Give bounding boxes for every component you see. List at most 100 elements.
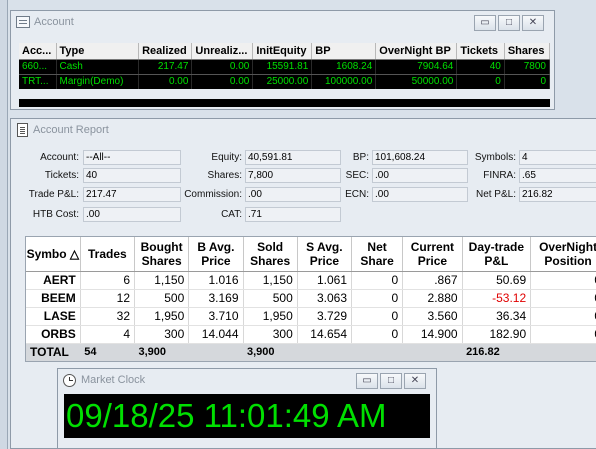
symbols-label: Symbols: xyxy=(474,152,516,163)
desktop-left-strip xyxy=(0,0,8,449)
cell-b-avg: 1.016 xyxy=(188,271,244,290)
col-header-current-price[interactable]: Current Price xyxy=(402,237,463,272)
col-header-sold-shares[interactable]: Sold Shares xyxy=(243,237,298,272)
close-button[interactable]: ✕ xyxy=(522,15,544,31)
total-empty xyxy=(297,343,352,361)
cell-overnight-position: 0 xyxy=(530,289,596,308)
cell-net-share: 0 xyxy=(351,271,404,290)
col-header-symbol[interactable]: Symbo △ xyxy=(26,237,81,272)
col-header-overnight-bp[interactable]: OverNight BP xyxy=(375,43,458,60)
bp-label: BP: xyxy=(352,152,369,163)
col-header-s-avg-price[interactable]: S Avg. Price xyxy=(297,237,353,272)
sec-value: .00 xyxy=(372,168,468,183)
cell-trades: 6 xyxy=(80,271,136,290)
cell-sold: 500 xyxy=(243,289,298,308)
cell-daytrade-pl: 182.90 xyxy=(462,325,532,344)
cell-account: TRT... xyxy=(19,74,57,89)
maximize-button[interactable]: □ xyxy=(380,373,402,389)
col-header-initequity[interactable]: InitEquity xyxy=(252,43,313,60)
cell-current-price: 2.880 xyxy=(402,289,463,308)
col-header-shares[interactable]: Shares xyxy=(504,43,551,60)
finra-value: .65 xyxy=(519,168,596,183)
account-label: Account: xyxy=(40,152,79,163)
cell-daytrade-pl: 50.69 xyxy=(462,271,532,290)
document-icon xyxy=(17,123,28,137)
table-row[interactable]: ORBS 4 300 14.044 300 14.654 0 14.900 18… xyxy=(26,325,596,344)
account-row[interactable]: 660... Cash 217.47 0.00 15591.81 1608.24… xyxy=(19,58,551,75)
col-header-overnight-position[interactable]: OverNight Position xyxy=(530,237,596,272)
cell-bought: 500 xyxy=(134,289,190,308)
equity-value: 40,591.81 xyxy=(245,150,341,165)
cell-symbol: AERT xyxy=(26,271,81,290)
cell-unrealized: 0.00 xyxy=(191,58,254,75)
ecn-value: .00 xyxy=(372,187,468,202)
col-header-trades[interactable]: Trades xyxy=(80,237,136,272)
table-row[interactable]: BEEM 12 500 3.169 500 3.063 0 2.880 -53.… xyxy=(26,289,596,308)
shares-label: Shares: xyxy=(207,170,242,181)
total-row: TOTAL 54 3,900 3,900 216.82 xyxy=(26,343,596,361)
table-row[interactable]: LASE 32 1,950 3.710 1,950 3.729 0 3.560 … xyxy=(26,307,596,326)
cell-account: 660... xyxy=(19,58,57,75)
total-trades: 54 xyxy=(80,343,135,361)
cell-shares: 7800 xyxy=(504,58,551,75)
col-header-account[interactable]: Acc... xyxy=(19,43,57,60)
total-empty xyxy=(402,343,463,361)
cell-symbol: BEEM xyxy=(26,289,81,308)
cell-overnight-position: 0 xyxy=(530,271,596,290)
cell-overnight-bp: 7904.64 xyxy=(375,58,458,75)
account-select[interactable]: --All-- xyxy=(83,150,181,165)
total-label: TOTAL xyxy=(26,343,81,361)
cell-shares: 0 xyxy=(504,74,551,89)
ecn-label: ECN: xyxy=(345,189,369,200)
cell-current-price: 14.900 xyxy=(402,325,463,344)
cell-overnight-position: 0 xyxy=(530,307,596,326)
col-header-daytrade-pl[interactable]: Day-trade P&L xyxy=(462,237,532,272)
shares-value: 7,800 xyxy=(245,168,341,183)
minimize-button[interactable]: ▭ xyxy=(474,15,496,31)
cell-s-avg: 1.061 xyxy=(297,271,353,290)
tickets-value: 40 xyxy=(83,168,181,183)
report-window-title: Account Report xyxy=(33,124,109,136)
col-header-tickets[interactable]: Tickets xyxy=(456,43,505,60)
cell-s-avg: 3.729 xyxy=(297,307,353,326)
htb-cost-value: .00 xyxy=(83,207,181,222)
col-header-type[interactable]: Type xyxy=(56,43,140,60)
cell-initequity: 15591.81 xyxy=(252,58,313,75)
clock-window-title: Market Clock xyxy=(81,374,146,386)
col-header-bought-shares[interactable]: Bought Shares xyxy=(134,237,190,272)
cell-unrealized: 0.00 xyxy=(191,74,254,89)
cell-bought: 300 xyxy=(134,325,190,344)
cell-s-avg: 3.063 xyxy=(297,289,353,308)
cell-current-price: .867 xyxy=(402,271,463,290)
col-header-unrealized[interactable]: Unrealiz... xyxy=(191,43,254,60)
account-table-empty-area xyxy=(19,99,550,107)
cell-type: Cash xyxy=(56,58,140,75)
account-window-title: Account xyxy=(34,16,74,28)
account-row[interactable]: TRT... Margin(Demo) 0.00 0.00 25000.00 1… xyxy=(19,74,551,89)
total-daytrade-pl: 216.82 xyxy=(462,343,531,361)
tradepl-label: Trade P&L: xyxy=(28,189,79,200)
cell-bought: 1,950 xyxy=(134,307,190,326)
close-button[interactable]: ✕ xyxy=(404,373,426,389)
col-header-bp[interactable]: BP xyxy=(311,43,377,60)
col-header-b-avg-price[interactable]: B Avg. Price xyxy=(188,237,244,272)
netpl-label: Net P&L: xyxy=(475,189,516,200)
table-row[interactable]: AERT 6 1,150 1.016 1,150 1.061 0 .867 50… xyxy=(26,271,596,290)
cell-initequity: 25000.00 xyxy=(252,74,313,89)
cell-tickets: 0 xyxy=(456,74,505,89)
maximize-button[interactable]: □ xyxy=(498,15,520,31)
account-titlebar[interactable]: Account xyxy=(11,11,554,33)
market-clock-window: Market Clock ▭ □ ✕ 09/18/25 11:01:49 AM xyxy=(57,368,437,449)
finra-label: FINRA: xyxy=(483,170,516,181)
cell-sold: 1,150 xyxy=(243,271,298,290)
cell-b-avg: 3.169 xyxy=(188,289,244,308)
cell-overnight-position: 0 xyxy=(530,325,596,344)
report-grid-container[interactable]: Symbo △ Trades Bought Shares B Avg. Pric… xyxy=(25,236,596,362)
col-header-realized[interactable]: Realized xyxy=(138,43,193,60)
col-header-net-share[interactable]: Net Share xyxy=(351,237,404,272)
cell-b-avg: 3.710 xyxy=(188,307,244,326)
report-titlebar[interactable]: Account Report xyxy=(17,123,109,137)
minimize-button[interactable]: ▭ xyxy=(356,373,378,389)
htb-cost-label: HTB Cost: xyxy=(32,209,79,220)
cell-net-share: 0 xyxy=(351,289,404,308)
